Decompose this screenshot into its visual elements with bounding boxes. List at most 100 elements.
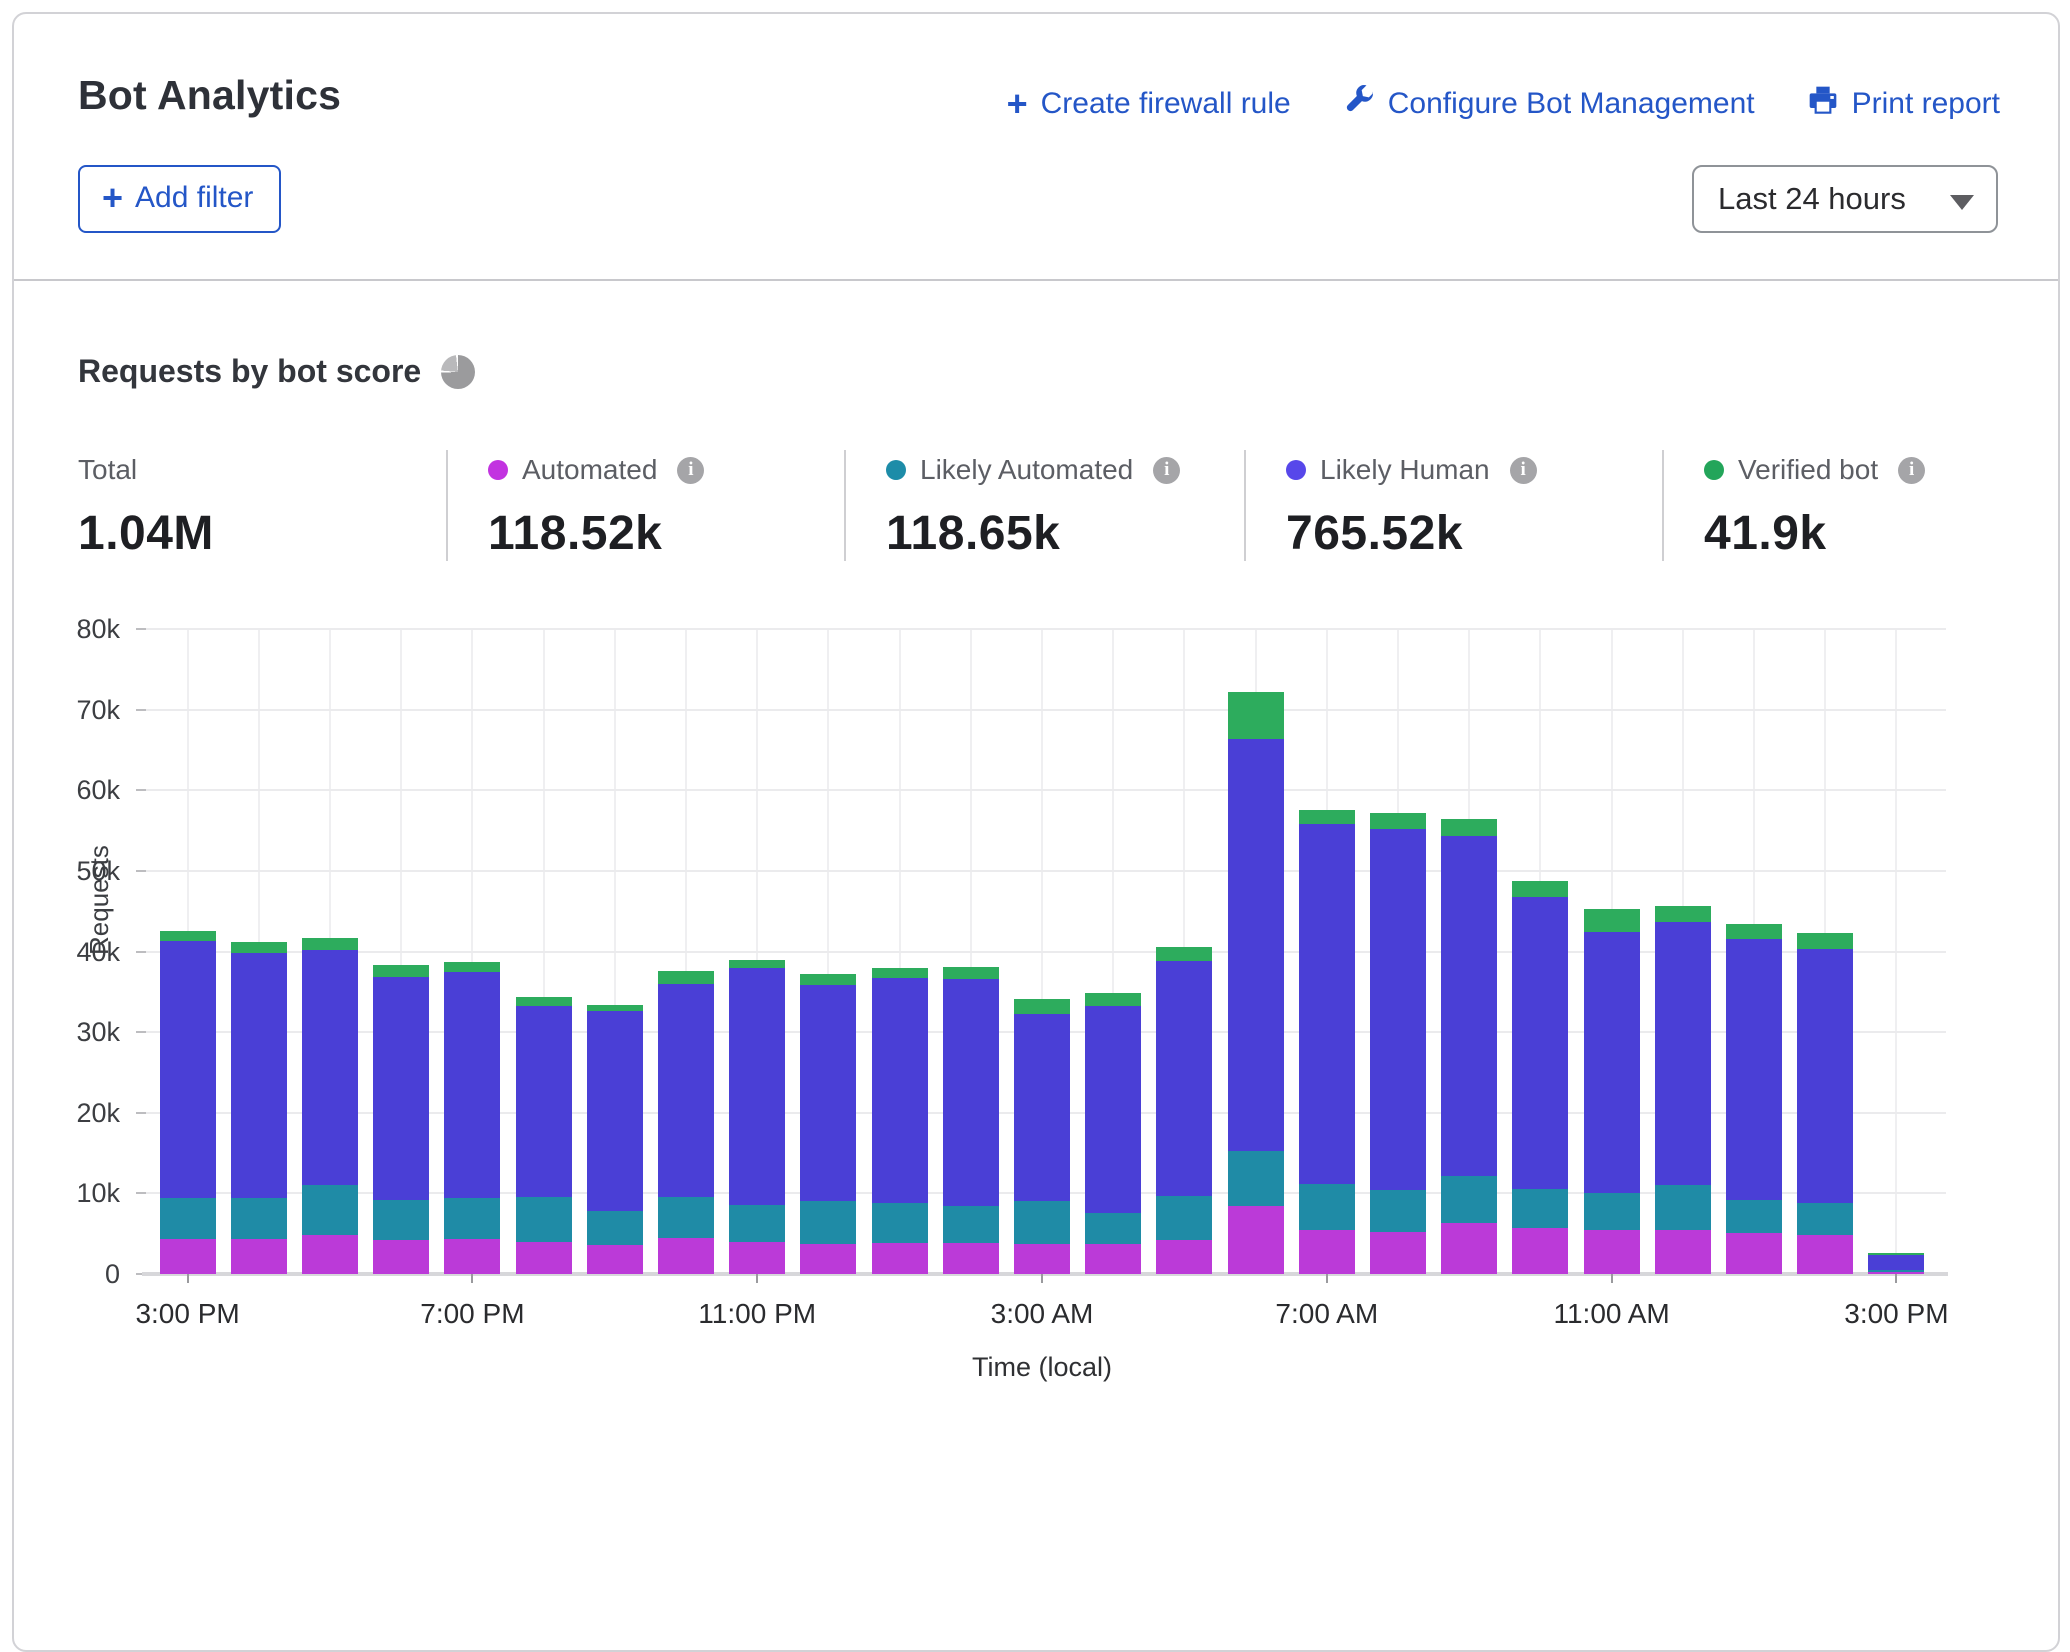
bar-segment-likely-automated[interactable]	[1156, 1196, 1212, 1240]
bar-segment-automated[interactable]	[231, 1239, 287, 1274]
bar-segment-likely-automated[interactable]	[1299, 1184, 1355, 1231]
bar-segment-likely-automated[interactable]	[1655, 1185, 1711, 1231]
bar-segment-verified-bot[interactable]	[1655, 906, 1711, 921]
bar-segment-likely-human[interactable]	[1584, 932, 1640, 1192]
bar-segment-automated[interactable]	[729, 1242, 785, 1274]
bar-segment-likely-automated[interactable]	[1584, 1193, 1640, 1230]
bar-segment-likely-human[interactable]	[231, 953, 287, 1198]
info-icon[interactable]: i	[1898, 457, 1925, 484]
bar-segment-verified-bot[interactable]	[231, 942, 287, 953]
bar-segment-automated[interactable]	[872, 1243, 928, 1274]
bar-segment-automated[interactable]	[1299, 1230, 1355, 1274]
bar-segment-likely-automated[interactable]	[943, 1206, 999, 1243]
bar-segment-automated[interactable]	[1797, 1235, 1853, 1275]
bar-segment-automated[interactable]	[373, 1240, 429, 1274]
bar-segment-likely-human[interactable]	[943, 979, 999, 1206]
add-filter-button[interactable]: + Add filter	[78, 165, 281, 233]
bar-segment-likely-automated[interactable]	[1512, 1189, 1568, 1229]
bar-segment-automated[interactable]	[1370, 1232, 1426, 1274]
bar-segment-verified-bot[interactable]	[943, 967, 999, 979]
bar-segment-automated[interactable]	[1014, 1244, 1070, 1274]
bar-segment-likely-human[interactable]	[1512, 897, 1568, 1189]
bar-segment-likely-automated[interactable]	[587, 1211, 643, 1245]
bar-segment-verified-bot[interactable]	[658, 971, 714, 984]
bar-segment-verified-bot[interactable]	[516, 997, 572, 1006]
bar-segment-likely-automated[interactable]	[1228, 1151, 1284, 1206]
info-icon[interactable]: i	[1510, 457, 1537, 484]
bar-segment-likely-automated[interactable]	[231, 1198, 287, 1238]
bar-segment-verified-bot[interactable]	[1797, 933, 1853, 949]
info-icon[interactable]: i	[677, 457, 704, 484]
bar-segment-verified-bot[interactable]	[1085, 993, 1141, 1005]
configure-bot-management-link[interactable]: Configure Bot Management	[1343, 84, 1755, 124]
bar-segment-likely-human[interactable]	[1655, 922, 1711, 1185]
bar-segment-likely-automated[interactable]	[1085, 1213, 1141, 1244]
bar-segment-automated[interactable]	[302, 1235, 358, 1274]
bar-segment-likely-human[interactable]	[658, 984, 714, 1197]
bar-segment-automated[interactable]	[1655, 1230, 1711, 1274]
bar-segment-likely-automated[interactable]	[160, 1198, 216, 1238]
bar-segment-verified-bot[interactable]	[1726, 924, 1782, 939]
bar-segment-likely-human[interactable]	[302, 950, 358, 1185]
bar-segment-likely-human[interactable]	[729, 968, 785, 1205]
bar-segment-automated[interactable]	[160, 1239, 216, 1274]
bar-segment-verified-bot[interactable]	[1156, 947, 1212, 961]
bar-segment-verified-bot[interactable]	[1441, 819, 1497, 836]
bar-segment-automated[interactable]	[516, 1242, 572, 1274]
bar-segment-likely-human[interactable]	[1441, 836, 1497, 1175]
bar-segment-automated[interactable]	[943, 1243, 999, 1274]
bar-segment-verified-bot[interactable]	[160, 931, 216, 941]
bar-segment-likely-human[interactable]	[587, 1011, 643, 1211]
bar-segment-likely-human[interactable]	[516, 1006, 572, 1196]
bar-segment-verified-bot[interactable]	[587, 1005, 643, 1011]
bar-segment-likely-human[interactable]	[800, 985, 856, 1201]
bar-segment-likely-automated[interactable]	[1441, 1176, 1497, 1224]
bar-segment-verified-bot[interactable]	[1370, 813, 1426, 829]
bar-segment-automated[interactable]	[1584, 1230, 1640, 1274]
bar-segment-verified-bot[interactable]	[1299, 810, 1355, 825]
bar-segment-likely-human[interactable]	[1726, 939, 1782, 1200]
bar-segment-likely-automated[interactable]	[1726, 1200, 1782, 1233]
bar-segment-likely-automated[interactable]	[302, 1185, 358, 1235]
bar-segment-likely-automated[interactable]	[800, 1201, 856, 1245]
print-report-link[interactable]: Print report	[1807, 84, 2000, 124]
bar-segment-likely-human[interactable]	[1228, 739, 1284, 1151]
bar-segment-verified-bot[interactable]	[373, 965, 429, 977]
bar-segment-verified-bot[interactable]	[302, 938, 358, 950]
bar-segment-automated[interactable]	[444, 1239, 500, 1274]
bar-segment-automated[interactable]	[1228, 1206, 1284, 1274]
bar-segment-likely-automated[interactable]	[872, 1203, 928, 1243]
bar-segment-likely-human[interactable]	[1156, 961, 1212, 1196]
bar-segment-verified-bot[interactable]	[1584, 909, 1640, 932]
bar-segment-likely-human[interactable]	[1370, 829, 1426, 1190]
bar-segment-automated[interactable]	[800, 1244, 856, 1274]
bar-segment-automated[interactable]	[1156, 1240, 1212, 1274]
bar-segment-likely-human[interactable]	[444, 972, 500, 1198]
bar-segment-likely-automated[interactable]	[1868, 1270, 1924, 1272]
bar-segment-verified-bot[interactable]	[1512, 881, 1568, 897]
bar-segment-likely-human[interactable]	[872, 978, 928, 1203]
bar-segment-automated[interactable]	[1085, 1244, 1141, 1274]
bar-segment-likely-human[interactable]	[1299, 824, 1355, 1184]
bar-segment-likely-human[interactable]	[1014, 1014, 1070, 1201]
bar-segment-verified-bot[interactable]	[444, 962, 500, 972]
bar-segment-automated[interactable]	[1441, 1223, 1497, 1274]
info-icon[interactable]: i	[1153, 457, 1180, 484]
bar-segment-likely-human[interactable]	[1085, 1006, 1141, 1213]
bar-segment-automated[interactable]	[587, 1245, 643, 1274]
bar-segment-verified-bot[interactable]	[1868, 1253, 1924, 1255]
bar-segment-likely-automated[interactable]	[1370, 1190, 1426, 1232]
create-firewall-rule-link[interactable]: + Create firewall rule	[1007, 86, 1291, 122]
bar-segment-likely-human[interactable]	[373, 977, 429, 1200]
bar-segment-likely-human[interactable]	[1868, 1255, 1924, 1270]
bar-segment-likely-automated[interactable]	[658, 1197, 714, 1238]
bar-segment-verified-bot[interactable]	[872, 968, 928, 978]
bar-segment-verified-bot[interactable]	[1228, 692, 1284, 740]
bar-segment-verified-bot[interactable]	[729, 960, 785, 968]
bar-segment-likely-automated[interactable]	[729, 1205, 785, 1242]
bar-segment-likely-automated[interactable]	[516, 1197, 572, 1242]
bar-segment-verified-bot[interactable]	[1014, 999, 1070, 1014]
bar-segment-automated[interactable]	[658, 1238, 714, 1274]
bar-segment-verified-bot[interactable]	[800, 974, 856, 984]
bar-segment-automated[interactable]	[1726, 1233, 1782, 1274]
